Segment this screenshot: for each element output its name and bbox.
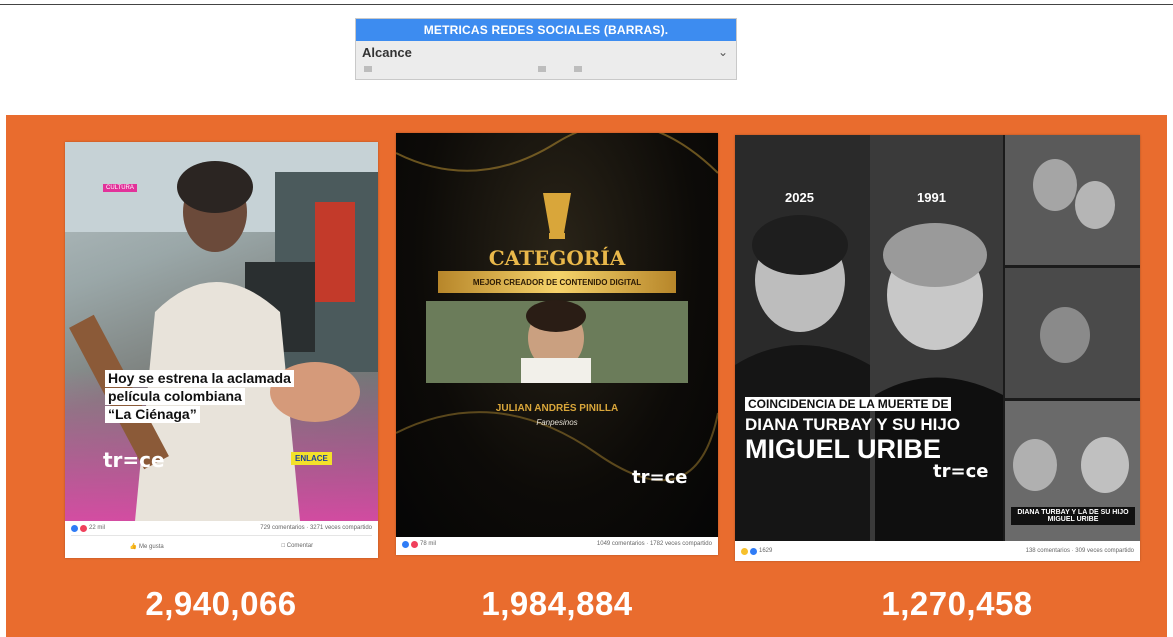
post-footer-3: 1629 138 comentarios · 309 veces compart… — [735, 541, 1140, 561]
like-button[interactable]: 👍 Me gusta — [130, 543, 164, 550]
comments-shares[interactable]: 138 comentarios · 309 veces compartido — [1026, 548, 1134, 554]
like-reaction-icon — [750, 547, 757, 555]
post-image-2: CATEGORÍA MEJOR CREADOR DE CONTENIDO DIG… — [396, 133, 718, 537]
nominee-name: JULIAN ANDRÉS PINILLA — [495, 403, 619, 414]
year-right: 1991 — [917, 190, 946, 205]
mini-caption: DIANA TURBAY Y LA DE SU HIJO MIGUEL URIB… — [1011, 507, 1135, 525]
post-headline-3: COINCIDENCIA DE LA MUERTE DE DIANA TURBA… — [745, 395, 960, 463]
category-title: CATEGORÍA — [488, 246, 626, 270]
category-banner: MEJOR CREADOR DE CONTENIDO DIGITAL — [438, 271, 676, 293]
comments-shares[interactable]: 1049 comentarios · 1782 veces compartido — [597, 541, 712, 547]
top-divider — [0, 4, 1173, 5]
post-card-2[interactable]: CATEGORÍA MEJOR CREADOR DE CONTENIDO DIG… — [396, 133, 718, 555]
comments-shares[interactable]: 729 comentarios · 3271 veces compartido — [260, 525, 372, 531]
brand-logo: tr=ce — [933, 461, 989, 482]
headline-line: Hoy se estrena la aclamada — [105, 370, 294, 387]
metric-value-1: 2,940,066 — [145, 585, 297, 622]
like-label: Me gusta — [139, 543, 164, 550]
post-headline-1: Hoy se estrena la aclamada película colo… — [105, 370, 294, 424]
headline-line: COINCIDENCIA DE LA MUERTE DE — [745, 397, 952, 411]
sub-brand-logo: ENLACE — [291, 452, 332, 465]
headline-line: DIANA TURBAY Y SU HIJO — [745, 415, 961, 434]
love-reaction-icon — [411, 540, 418, 548]
like-reaction-icon — [71, 524, 78, 532]
love-reaction-icon — [80, 524, 87, 532]
reaction-value: 22 mil — [89, 525, 106, 531]
slider-tick — [574, 66, 582, 72]
brand-logo: tr=ce — [632, 467, 688, 488]
post-image-1: CULTURA Hoy se estrena la aclamada pelíc… — [65, 142, 378, 521]
category-badge: CULTURA — [103, 184, 137, 192]
post-footer-2: 78 mil 1049 comentarios · 1782 veces com… — [396, 537, 718, 555]
headline-line: MIGUEL URIBE — [745, 434, 942, 464]
selector-title: METRICAS REDES SOCIALES (BARRAS). — [356, 19, 736, 41]
headline-line: película colombiana — [105, 388, 245, 405]
selector-slider[interactable] — [360, 63, 732, 75]
reaction-value: 1629 — [759, 548, 773, 554]
post-card-3[interactable]: 2025 1991 COINCIDENCIA DE LA MUERTE DE D… — [735, 135, 1140, 561]
chevron-down-icon[interactable]: ⌄ — [718, 45, 728, 59]
post-image-3: 2025 1991 COINCIDENCIA DE LA MUERTE DE D… — [735, 135, 1140, 541]
reaction-count[interactable]: 78 mil — [402, 540, 437, 548]
year-left: 2025 — [785, 190, 814, 205]
slider-tick — [538, 66, 546, 72]
nominee-subtitle: Fanpesinos — [536, 418, 578, 427]
metric-value-2: 1,984,884 — [481, 585, 633, 622]
metric-dropdown[interactable]: Alcance ⌄ — [356, 41, 736, 63]
slider-handle-left[interactable] — [364, 66, 372, 72]
like-reaction-icon — [402, 540, 409, 548]
haha-reaction-icon — [741, 547, 748, 555]
metric-selector[interactable]: METRICAS REDES SOCIALES (BARRAS). Alcanc… — [355, 18, 737, 80]
metric-value-3: 1,270,458 — [881, 585, 1033, 622]
post-footer-1: 22 mil 729 comentarios · 3271 veces comp… — [65, 521, 378, 558]
reaction-value: 78 mil — [420, 541, 437, 547]
comment-button[interactable]: □ Comentar — [281, 543, 313, 549]
reaction-count[interactable]: 22 mil — [71, 524, 106, 532]
reaction-count[interactable]: 1629 — [741, 547, 773, 555]
headline-line: “La Ciénaga” — [105, 406, 200, 423]
brand-logo: tr=ce — [103, 448, 165, 472]
dropdown-value: Alcance — [362, 44, 412, 60]
comment-label: Comentar — [286, 543, 314, 549]
post-card-1[interactable]: CULTURA Hoy se estrena la aclamada pelíc… — [65, 142, 378, 558]
